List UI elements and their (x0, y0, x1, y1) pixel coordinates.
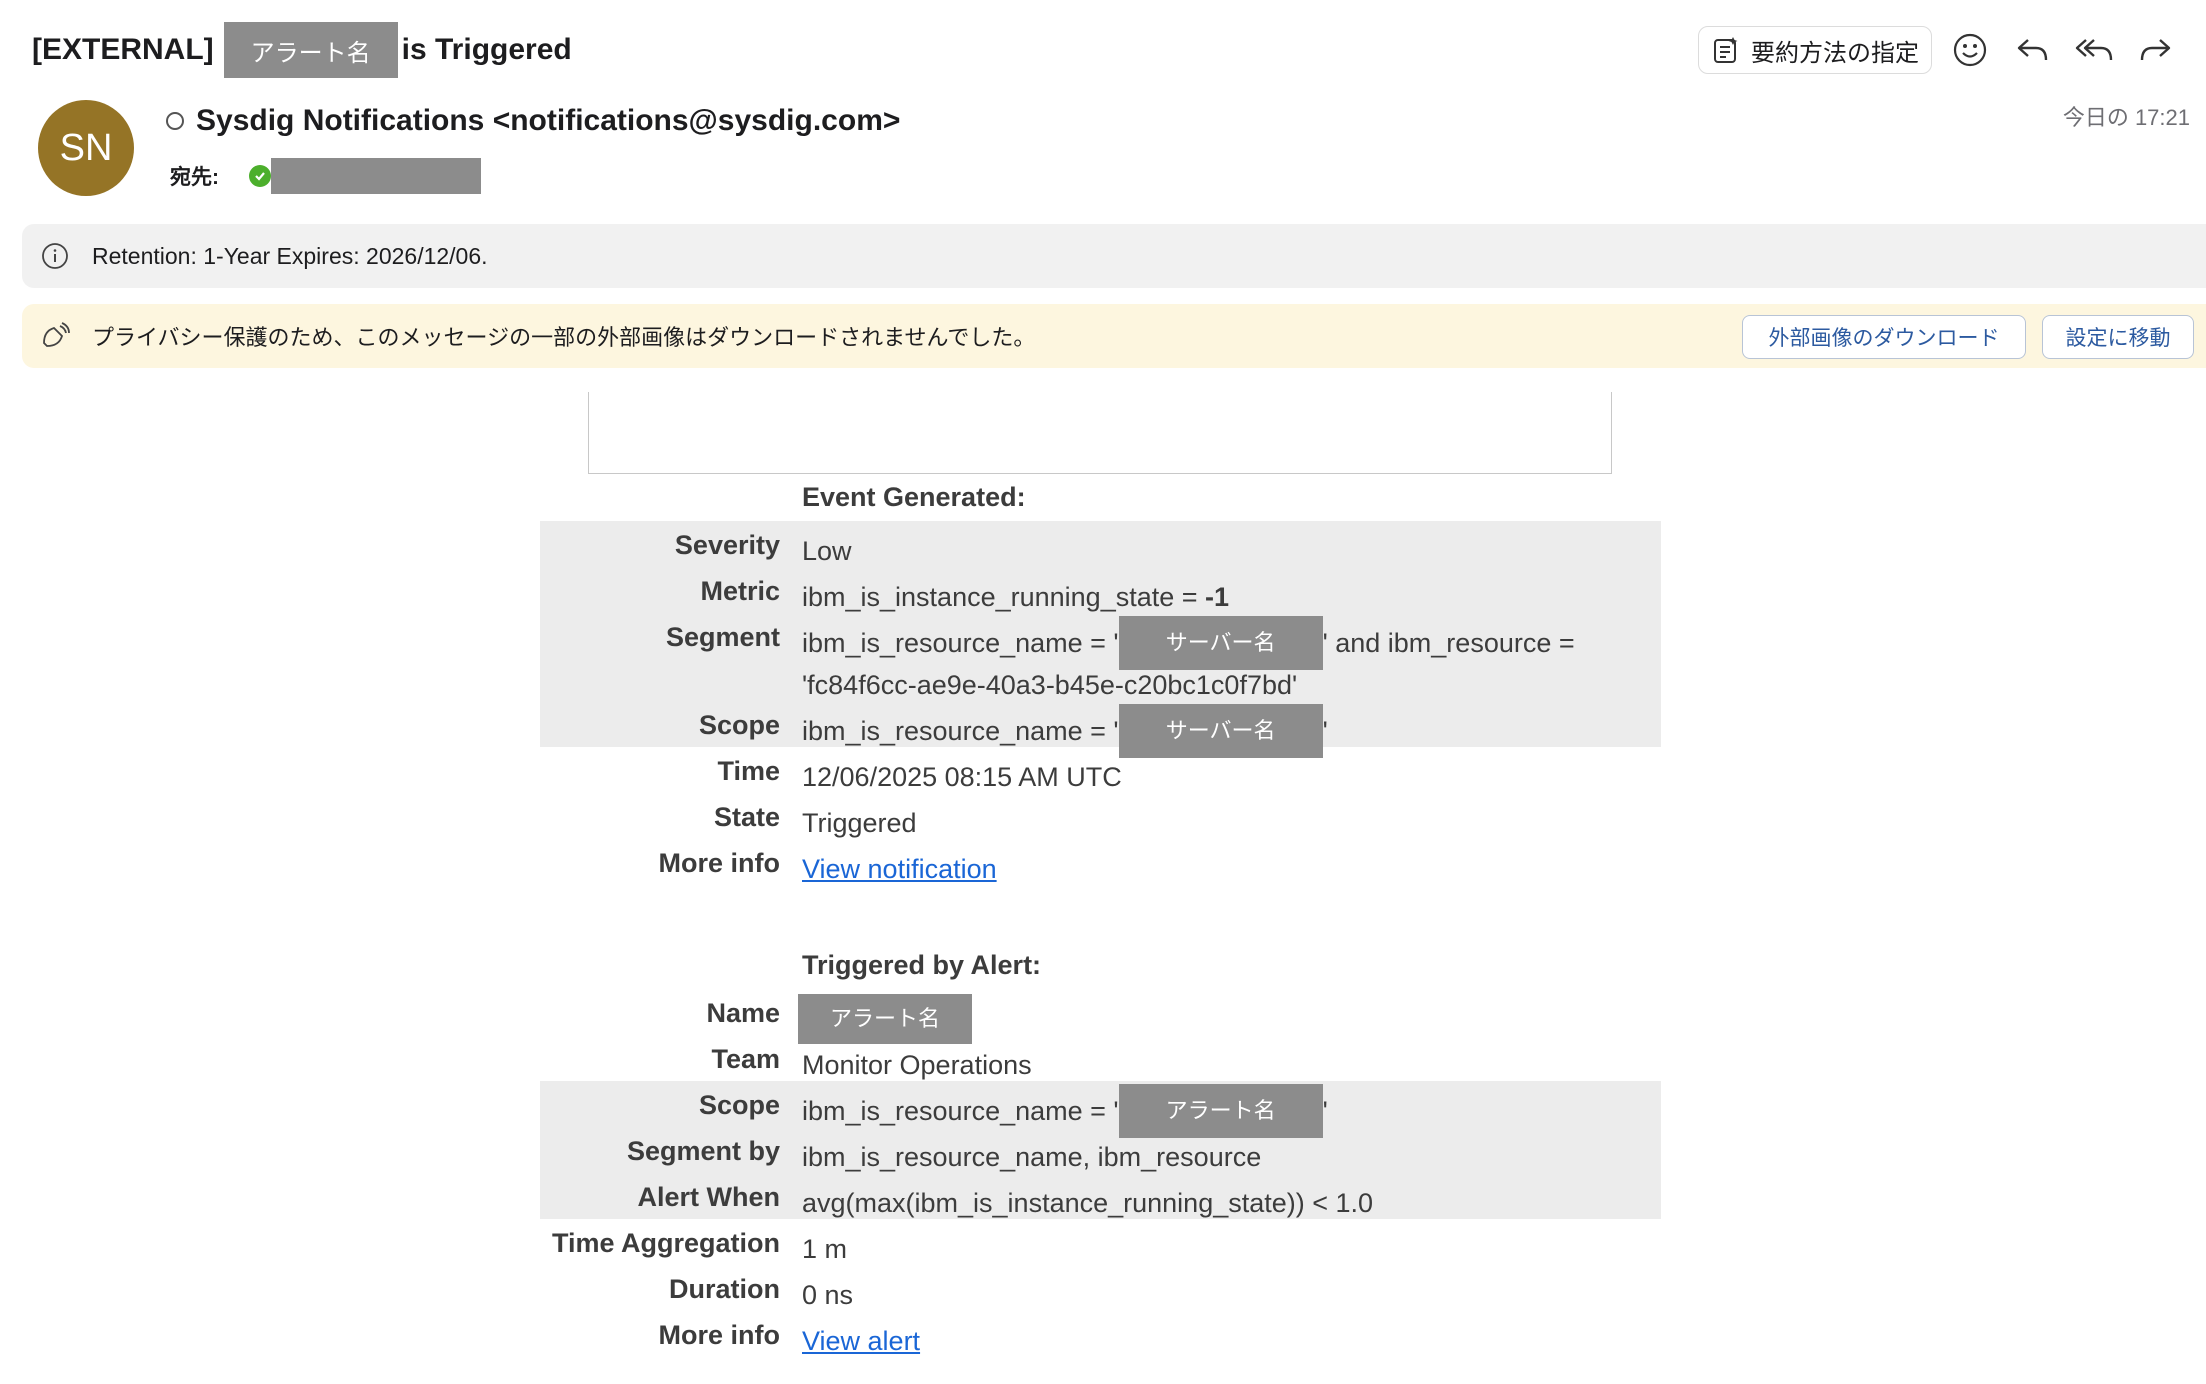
download-images-button[interactable]: 外部画像のダウンロード (1742, 315, 2026, 359)
privacy-banner: プライバシー保護のため、このメッセージの一部の外部画像はダウンロードされませんで… (22, 304, 2206, 368)
event-scope-prefix: ibm_is_resource_name = ' (802, 716, 1119, 746)
event-scope-label: Scope (698, 710, 780, 740)
reply-icon[interactable] (2008, 26, 2056, 74)
state-label: State (713, 802, 780, 832)
alert-name-row: Name アラート名 (540, 989, 1661, 1044)
segment-by-row: Segment by ibm_is_resource_name, ibm_res… (540, 1127, 1661, 1173)
forward-icon[interactable] (2132, 26, 2180, 74)
sender-name[interactable]: Sysdig Notifications <notifications@sysd… (196, 104, 900, 138)
event-moreinfo-row: More info View notification (540, 839, 1661, 885)
triggered-by-alert-heading: Triggered by Alert: (802, 950, 1042, 980)
segment-suffix: ' and ibm_resource = (1322, 628, 1575, 658)
event-scope-suffix: ' (1322, 716, 1328, 746)
alert-when-value: avg(max(ibm_is_instance_running_state)) … (802, 1188, 1374, 1218)
event-scope-row: Scope ibm_is_resource_name = ' サーバー名 ' (540, 701, 1661, 758)
retention-text: Retention: 1-Year Expires: 2026/12/06. (92, 242, 488, 269)
severity-row: Severity Low (540, 521, 1661, 567)
segment-by-value: ibm_is_resource_name, ibm_resource (802, 1142, 1262, 1172)
segment-prefix: ibm_is_resource_name = ' (802, 628, 1119, 658)
email-subject: [EXTERNAL] アラート名 is Triggered (32, 22, 572, 78)
sender-avatar: SN (38, 100, 134, 196)
time-aggregation-value: 1 m (802, 1234, 848, 1264)
time-aggregation-row: Time Aggregation 1 m (540, 1219, 1661, 1265)
subject-suffix: is Triggered (401, 33, 572, 66)
view-alert-link[interactable]: View alert (802, 1320, 920, 1362)
emoji-reaction-icon[interactable] (1946, 26, 1994, 74)
summarize-label: 要約方法の指定 (1751, 39, 1919, 67)
duration-label: Duration (669, 1274, 780, 1304)
duration-value: 0 ns (802, 1280, 854, 1310)
time-aggregation-label: Time Aggregation (551, 1228, 780, 1258)
alert-scope-suffix: ' (1322, 1096, 1328, 1126)
duration-row: Duration 0 ns (540, 1265, 1661, 1311)
verified-check-icon (249, 165, 271, 187)
info-icon (38, 242, 72, 270)
event-generated-heading: Event Generated: (802, 482, 1026, 512)
alert-name-label: Name (706, 998, 780, 1028)
metric-row: Metric ibm_is_instance_running_state = -… (540, 567, 1661, 613)
severity-label: Severity (674, 530, 780, 560)
metric-label: Metric (700, 576, 780, 606)
alert-moreinfo-row: More info View alert (540, 1311, 1661, 1357)
view-notification-link[interactable]: View notification (802, 848, 997, 890)
sender-line: Sysdig Notifications <notifications@sysd… (166, 102, 900, 140)
alert-scope-row: Scope ibm_is_resource_name = ' アラート名 ' (540, 1081, 1661, 1138)
received-time: 今日の 17:21 (2062, 105, 2190, 130)
severity-value: Low (802, 536, 852, 566)
segment-redacted-server-name: サーバー名 (1118, 616, 1323, 670)
privacy-text: プライバシー保護のため、このメッセージの一部の外部画像はダウンロードされませんで… (92, 325, 1036, 350)
go-to-settings-button[interactable]: 設定に移動 (2042, 315, 2194, 359)
segment-by-label: Segment by (626, 1136, 780, 1166)
recipient-redacted[interactable] (271, 158, 481, 194)
state-row: State Triggered (540, 793, 1661, 839)
image-frame (588, 392, 1612, 474)
privacy-shield-icon (38, 321, 72, 351)
team-label: Team (711, 1044, 780, 1074)
retention-banner: Retention: 1-Year Expires: 2026/12/06. (22, 224, 2206, 288)
alert-moreinfo-label: More info (658, 1320, 781, 1350)
alert-scope-prefix: ibm_is_resource_name = ' (802, 1096, 1119, 1126)
event-moreinfo-label: More info (658, 848, 781, 878)
alert-when-label: Alert When (637, 1182, 780, 1212)
summarize-button[interactable]: 要約方法の指定 (1698, 26, 1932, 74)
subject-redacted-alert-name: アラート名 (223, 22, 398, 78)
to-label: 宛先: (170, 166, 219, 189)
metric-value: ibm_is_instance_running_state = (802, 582, 1206, 612)
time-label: Time (717, 756, 780, 786)
segment-label: Segment (665, 622, 780, 652)
alert-when-row: Alert When avg(max(ibm_is_instance_runni… (540, 1173, 1661, 1219)
subject-prefix: [EXTERNAL] (32, 33, 214, 66)
recipient-line: 宛先: (170, 156, 481, 196)
alert-scope-label: Scope (698, 1090, 780, 1120)
state-value: Triggered (802, 808, 917, 838)
segment-resource-id: 'fc84f6cc-ae9e-40a3-b45e-c20bc1c0f7bd' (802, 670, 1298, 700)
reply-all-icon[interactable] (2070, 26, 2118, 74)
team-value: Monitor Operations (802, 1050, 1032, 1080)
unread-status-icon[interactable] (166, 112, 184, 130)
metric-threshold: -1 (1205, 582, 1230, 612)
segment-row: Segment ibm_is_resource_name = ' サーバー名 '… (540, 613, 1661, 701)
summary-list-icon (1714, 37, 1738, 63)
message-toolbar: 要約方法の指定 (1698, 22, 2180, 78)
team-row: Team Monitor Operations (540, 1035, 1661, 1081)
time-value: 12/06/2025 08:15 AM UTC (802, 762, 1122, 792)
time-row: Time 12/06/2025 08:15 AM UTC (540, 747, 1661, 793)
